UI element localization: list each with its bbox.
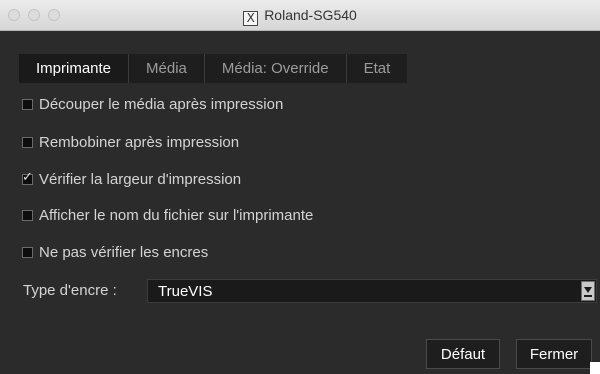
window-corner	[590, 362, 600, 374]
checkbox-skip-ink-check[interactable]	[22, 246, 33, 258]
x11-icon: X	[243, 11, 259, 26]
window-title-area: X Roland-SG540	[0, 7, 600, 26]
checkbox-cut-media[interactable]	[22, 98, 33, 110]
checkbox-show-filename[interactable]	[22, 209, 33, 221]
window-title: Roland-SG540	[264, 7, 357, 23]
ink-type-value: TrueVIS	[158, 283, 213, 300]
option-skip-ink-check[interactable]: Ne pas vérifier les encres	[22, 242, 208, 262]
option-label: Ne pas vérifier les encres	[39, 243, 209, 261]
option-show-filename[interactable]: Afficher le nom du fichier sur l'imprima…	[22, 205, 313, 225]
tab-etat[interactable]: Etat	[346, 54, 408, 83]
app-window: X Roland-SG540 Imprimante Média Média: Ov…	[0, 0, 600, 374]
checkbox-rewind[interactable]	[22, 136, 33, 148]
ink-type-select[interactable]: TrueVIS	[147, 279, 597, 303]
title-bar[interactable]: X Roland-SG540	[0, 0, 600, 31]
ink-type-label: Type d'encre :	[23, 282, 117, 299]
tab-media-override[interactable]: Média: Override	[204, 54, 347, 83]
default-button[interactable]: Défaut	[426, 339, 500, 369]
chevron-down-icon[interactable]	[581, 281, 595, 301]
tab-bar: Imprimante Média Média: Override Etat	[19, 54, 408, 83]
tab-media[interactable]: Média	[129, 54, 205, 83]
option-rewind[interactable]: Rembobiner après impression	[22, 132, 239, 152]
option-check-width[interactable]: Vérifier la largeur d'impression	[22, 169, 241, 189]
checkbox-check-width[interactable]	[22, 170, 33, 185]
close-button[interactable]: Fermer	[516, 339, 592, 369]
option-cut-media[interactable]: Découper le média après impression	[22, 94, 283, 114]
tab-imprimante[interactable]: Imprimante	[19, 54, 130, 83]
option-label: Afficher le nom du fichier sur l'imprima…	[39, 206, 314, 224]
option-label: Vérifier la largeur d'impression	[39, 170, 242, 188]
option-label: Rembobiner après impression	[39, 133, 240, 151]
option-label: Découper le média après impression	[39, 95, 284, 113]
